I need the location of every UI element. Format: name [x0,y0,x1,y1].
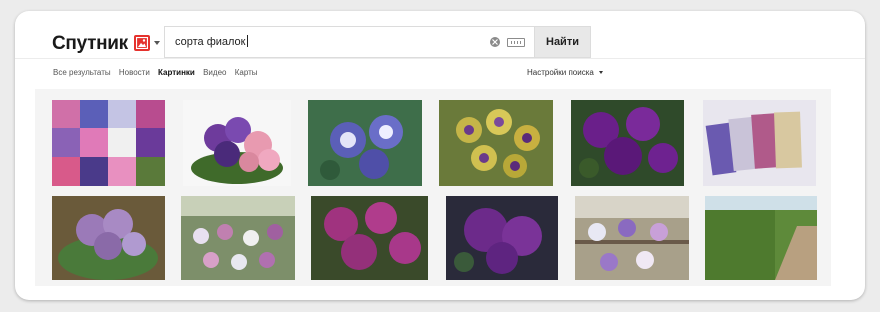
image-result[interactable] [52,100,165,186]
search-settings-dropdown[interactable]: Настройки поиска [527,68,603,77]
image-result[interactable] [52,196,165,280]
image-results-grid [35,89,831,286]
search-tabs: Все результаты Новости Картинки Видео Ка… [53,68,264,77]
image-result[interactable] [703,100,816,186]
tab-images[interactable]: Картинки [158,68,195,77]
image-result[interactable] [183,100,291,186]
logo[interactable]: Спутник [52,33,128,55]
image-result[interactable] [311,196,428,280]
chevron-down-icon[interactable] [154,41,160,45]
search-input[interactable]: сорта фиалок [164,26,534,58]
tab-video[interactable]: Видео [203,68,226,77]
image-result[interactable] [308,100,422,186]
clear-icon[interactable] [490,37,500,47]
search-settings-label: Настройки поиска [527,68,594,77]
search-query-text: сорта фиалок [175,36,246,48]
tab-maps[interactable]: Карты [235,68,258,77]
tab-all-results[interactable]: Все результаты [53,68,111,77]
header-divider [15,58,865,59]
image-result[interactable] [571,100,684,186]
image-result[interactable] [446,196,558,280]
image-result[interactable] [181,196,295,280]
search-button[interactable]: Найти [534,26,591,58]
keyboard-icon[interactable] [507,38,525,47]
search-page: Спутник сорта фиалок Найти Все результат… [15,11,865,300]
image-result[interactable] [705,196,817,280]
chevron-down-icon [598,71,603,74]
text-cursor [246,35,248,47]
picture-icon[interactable] [134,35,150,51]
tab-news[interactable]: Новости [119,68,150,77]
image-result[interactable] [575,196,689,280]
image-result[interactable] [439,100,553,186]
